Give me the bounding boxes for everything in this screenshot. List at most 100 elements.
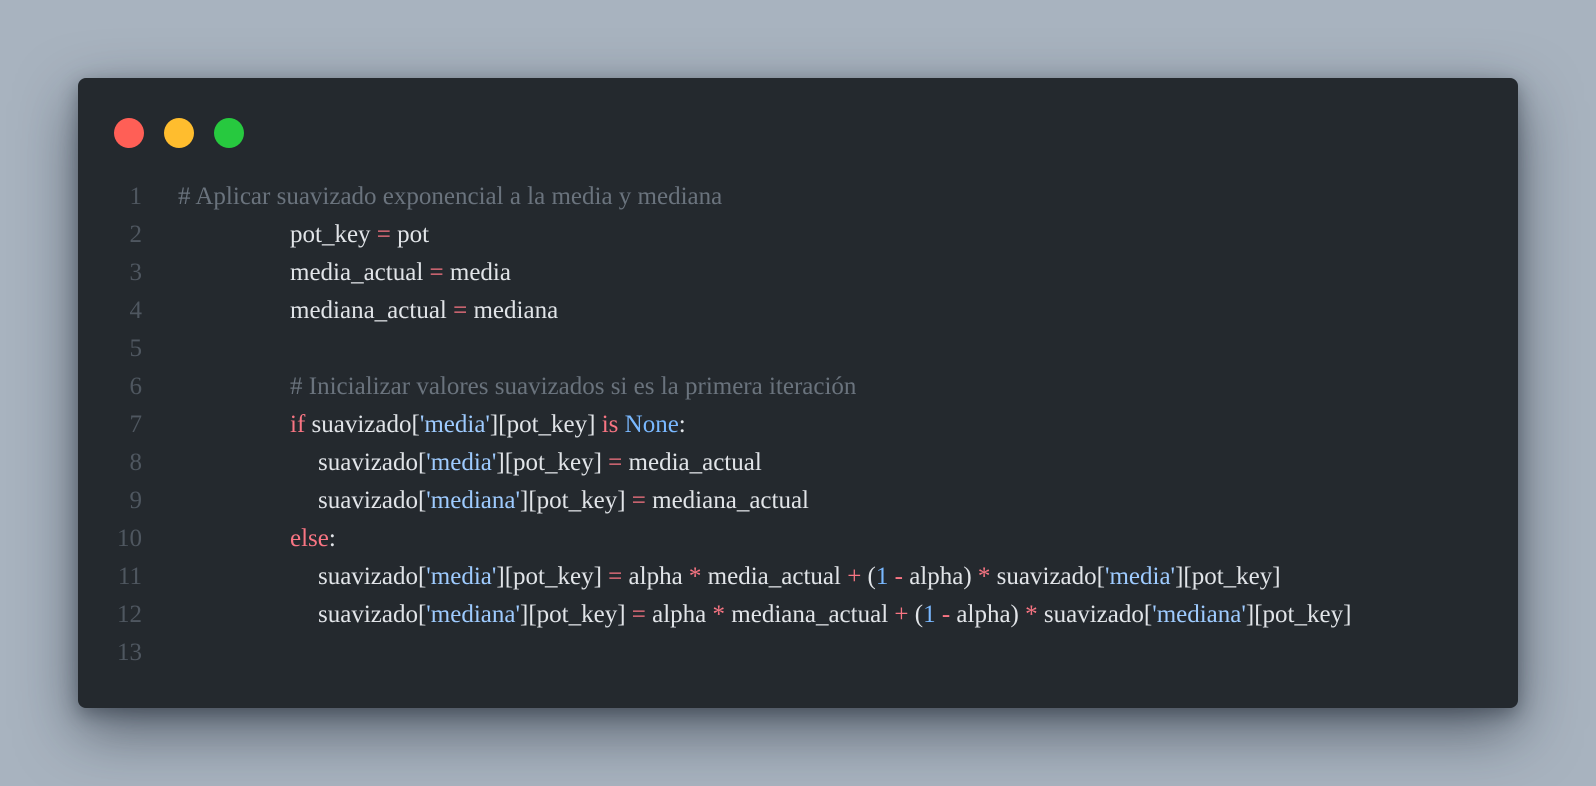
code-token-str: 'mediana' <box>1152 601 1246 628</box>
line-number: 3 <box>129 259 143 286</box>
code-token-str: 'mediana' <box>426 601 520 628</box>
code-token-var: media_actual <box>622 449 762 476</box>
code-token-kw: is <box>601 411 619 438</box>
line-number: 1 <box>129 183 143 210</box>
code-token-var: alpha <box>645 601 713 628</box>
code-token-punc: : <box>328 525 336 552</box>
code-token-comment: # Inicializar valores suavizados si es l… <box>290 373 857 400</box>
code-token-op: = <box>631 601 646 628</box>
code-text: suavizado['media'][pot_key] = media_actu… <box>318 444 762 482</box>
code-token-var: suavizado[ <box>318 449 427 476</box>
code-token-str: 'media' <box>1104 563 1176 590</box>
line-number: 11 <box>117 563 142 590</box>
code-token-str: 'media' <box>426 563 497 590</box>
code-text: else: <box>290 520 336 558</box>
code-line: 2 pot_key = pot <box>78 216 1518 254</box>
code-token-op: = <box>608 563 623 590</box>
code-token-var: ][pot_key] <box>520 601 632 628</box>
code-token-op: * <box>712 601 726 628</box>
code-block[interactable]: 1 # Aplicar suavizado exponencial a la me… <box>78 178 1518 672</box>
code-line: 7 if suavizado['media'][pot_key] is None: <box>78 406 1518 444</box>
code-token-str: 'media' <box>419 411 490 438</box>
code-line: 10 else: <box>78 520 1518 558</box>
code-token-const: 1 <box>875 563 889 590</box>
code-token-var: ( <box>908 601 924 628</box>
code-line: 11 suavizado['media'][pot_key] = alpha * … <box>78 558 1518 596</box>
code-window: 1 # Aplicar suavizado exponencial a la me… <box>78 78 1518 708</box>
code-token-op: - <box>935 601 951 628</box>
code-text: suavizado['media'][pot_key] = alpha * me… <box>318 558 1281 596</box>
code-token-var: media <box>443 259 511 286</box>
code-token-var: mediana_actual <box>725 601 895 628</box>
code-token-op: + <box>847 563 862 590</box>
code-token-var: alpha) <box>950 601 1026 628</box>
line-number: 5 <box>129 335 143 362</box>
code-token-var: ][pot_key] <box>1245 601 1352 628</box>
code-token-op: = <box>608 449 623 476</box>
code-token-var: suavizado[ <box>318 487 427 514</box>
code-text: media_actual = media <box>290 254 511 292</box>
code-line: 6 # Inicializar valores suavizados si es … <box>78 368 1518 406</box>
code-line: 5 <box>78 330 1518 368</box>
line-number: 8 <box>129 449 143 476</box>
code-token-var: alpha <box>622 563 689 590</box>
code-token-var: suavizado[ <box>1037 601 1153 628</box>
code-token-op: = <box>453 297 468 324</box>
code-text: # Inicializar valores suavizados si es l… <box>290 368 856 406</box>
code-token-op: = <box>429 259 444 286</box>
code-token-op: + <box>894 601 909 628</box>
code-text: suavizado['mediana'][pot_key] = mediana_… <box>318 482 809 520</box>
line-number: 13 <box>117 639 142 666</box>
code-token-const: None <box>618 411 679 438</box>
code-token-var: ][pot_key] <box>1175 563 1281 590</box>
code-token-var: suavizado[ <box>318 601 427 628</box>
code-text: pot_key = pot <box>290 216 429 254</box>
code-token-var: ][pot_key] <box>496 449 609 476</box>
code-token-var: ][pot_key] <box>496 563 609 590</box>
code-text: if suavizado['media'][pot_key] is None: <box>290 406 686 444</box>
code-token-var: pot_key <box>290 221 377 248</box>
code-token-op: = <box>631 487 646 514</box>
code-token-var: mediana_actual <box>645 487 810 514</box>
code-token-var: media_actual <box>701 563 848 590</box>
code-token-var: media_actual <box>290 259 430 286</box>
code-token-var: suavizado[ <box>305 411 420 438</box>
code-line: 12 suavizado['mediana'][pot_key] = alpha … <box>78 596 1518 634</box>
code-token-op: = <box>376 221 391 248</box>
code-token-op: * <box>977 563 991 590</box>
code-token-var: pot <box>390 221 430 248</box>
code-text: # Aplicar suavizado exponencial a la med… <box>178 178 722 216</box>
line-number: 4 <box>129 297 143 324</box>
line-number: 12 <box>117 601 142 628</box>
maximize-dot-icon[interactable] <box>214 118 244 148</box>
code-token-var: ][pot_key] <box>520 487 632 514</box>
code-line: 3 media_actual = media <box>78 254 1518 292</box>
code-text: mediana_actual = mediana <box>290 292 558 330</box>
code-line: 8 suavizado['media'][pot_key] = media_act… <box>78 444 1518 482</box>
code-token-str: 'mediana' <box>426 487 520 514</box>
code-token-var: mediana <box>467 297 559 324</box>
code-token-op: * <box>1025 601 1038 628</box>
code-token-str: 'media' <box>426 449 497 476</box>
code-line: 1 # Aplicar suavizado exponencial a la me… <box>78 178 1518 216</box>
code-line: 4 mediana_actual = mediana <box>78 292 1518 330</box>
code-line: 13 <box>78 634 1518 672</box>
code-token-comment: # Aplicar suavizado exponencial a la med… <box>178 183 723 210</box>
line-number: 7 <box>129 411 143 438</box>
code-token-var: alpha) <box>902 563 978 590</box>
line-number: 10 <box>117 525 142 552</box>
code-text: suavizado['mediana'][pot_key] = alpha * … <box>318 596 1351 634</box>
line-number: 6 <box>129 373 143 400</box>
window-controls <box>114 118 244 148</box>
close-dot-icon[interactable] <box>114 118 144 148</box>
code-token-var: suavizado[ <box>990 563 1105 590</box>
code-token-var: ][pot_key] <box>489 411 602 438</box>
code-token-var: suavizado[ <box>318 563 427 590</box>
code-line: 9 suavizado['mediana'][pot_key] = mediana… <box>78 482 1518 520</box>
minimize-dot-icon[interactable] <box>164 118 194 148</box>
code-token-punc: : <box>678 411 686 438</box>
code-token-kw: else <box>290 525 329 552</box>
line-number: 9 <box>129 487 143 514</box>
code-token-op: - <box>888 563 903 590</box>
code-token-var: ( <box>861 563 876 590</box>
